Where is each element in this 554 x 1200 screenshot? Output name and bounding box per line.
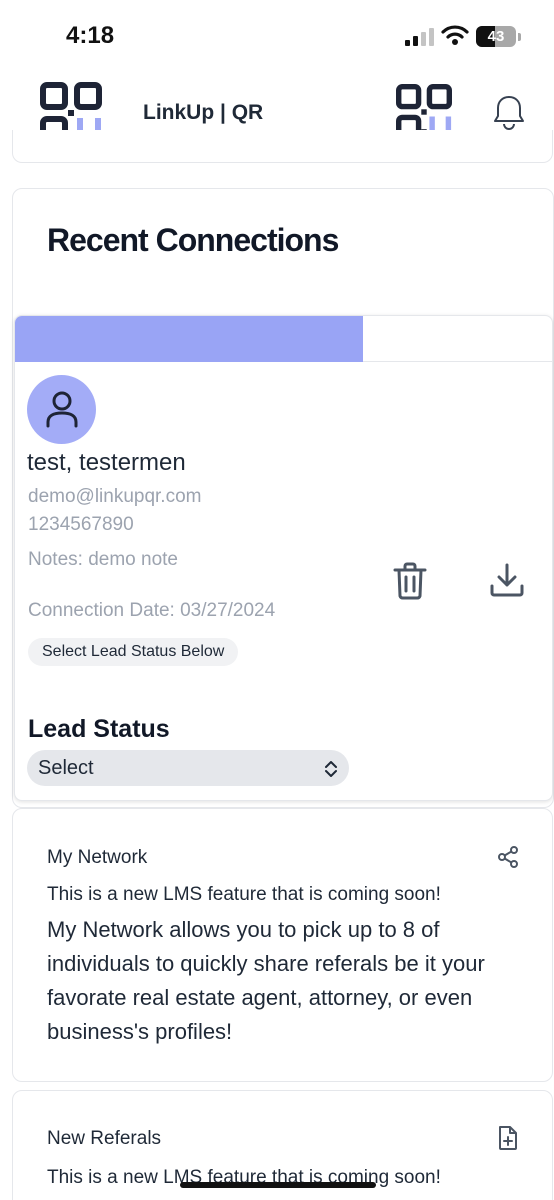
connection-progress-track: [15, 316, 552, 362]
download-icon[interactable]: [489, 562, 525, 598]
connection-name: test, testermen: [27, 449, 186, 476]
new-referals-title: New Referals: [47, 1128, 162, 1149]
connection-email[interactable]: demo@linkupqr.com: [28, 486, 201, 508]
connection-progress-fill: [15, 316, 363, 362]
chevron-updown-icon[interactable]: [323, 760, 339, 778]
avatar: [27, 375, 96, 444]
my-network-title: My Network: [47, 847, 148, 868]
share-icon[interactable]: [496, 845, 520, 869]
app-title: LinkUp | QR: [143, 101, 264, 124]
lead-status-select-value[interactable]: Select: [38, 757, 94, 780]
battery-icon: 43: [476, 26, 516, 47]
connection-phone[interactable]: 1234567890: [28, 514, 134, 536]
file-plus-icon[interactable]: [496, 1125, 520, 1151]
connection-notes: Notes: demo note: [28, 549, 178, 570]
previous-card-edge: [12, 130, 553, 163]
wifi-icon: [441, 25, 469, 45]
connection-date: Connection Date: 03/27/2024: [28, 600, 276, 621]
recent-connections-title: Recent Connections: [47, 222, 339, 258]
status-time: 4:18: [66, 22, 115, 49]
lead-status-select[interactable]: Select: [27, 750, 349, 786]
status-bar: 4:18 43: [0, 0, 554, 70]
home-indicator[interactable]: [180, 1182, 376, 1188]
bell-icon[interactable]: [492, 94, 526, 130]
my-network-description: My Network allows you to pick up to 8 of…: [47, 917, 485, 1044]
my-network-coming-soon: This is a new LMS feature that is coming…: [47, 884, 441, 905]
lead-status-label: Lead Status: [28, 715, 170, 743]
lead-status-badge: Select Lead Status Below: [28, 638, 239, 666]
signal-icon: [405, 28, 434, 46]
battery-level: 43: [487, 28, 505, 45]
trash-icon[interactable]: [393, 562, 427, 600]
user-icon: [46, 391, 78, 428]
